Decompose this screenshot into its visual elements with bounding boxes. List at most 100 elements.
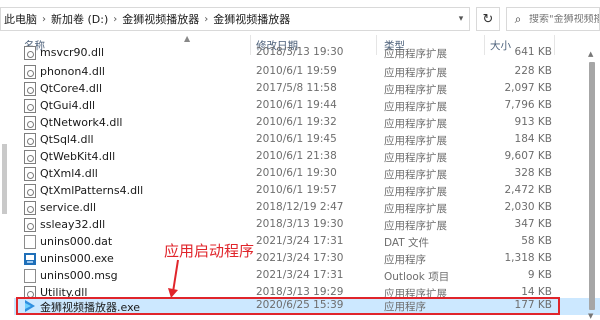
- file-type: 应用程序扩展: [384, 48, 447, 60]
- file-name: QtXml4.dll: [40, 167, 98, 180]
- file-size: 1,318 KB: [504, 252, 553, 264]
- file-row[interactable]: QtXml4.dll 2010/6/1 19:30 应用程序扩展 328 KB: [14, 166, 600, 183]
- file-row[interactable]: ssleay32.dll 2018/3/13 19:30 应用程序扩展 347 …: [14, 217, 600, 234]
- dll-file-icon: [24, 167, 36, 181]
- sort-ascending-icon: ▲: [184, 34, 191, 43]
- file-size: 7,796 KB: [504, 99, 553, 111]
- file-name: unins000.exe: [40, 252, 114, 265]
- file-date: 2017/5/8 11:58: [256, 82, 337, 94]
- search-icon: ⌕: [514, 11, 522, 26]
- scroll-up-icon[interactable]: ▲: [588, 50, 593, 58]
- file-name: ssleay32.dll: [40, 218, 106, 231]
- chevron-right-icon[interactable]: ›: [202, 14, 210, 25]
- file-type: 应用程序扩展: [384, 186, 447, 198]
- file-date: 2010/6/1 19:57: [256, 184, 337, 196]
- chevron-right-icon[interactable]: ›: [40, 14, 48, 25]
- file-name: QtGui4.dll: [40, 99, 96, 112]
- file-type: 应用程序扩展: [384, 152, 447, 164]
- file-row[interactable]: QtXmlPatterns4.dll 2010/6/1 19:57 应用程序扩展…: [14, 183, 600, 200]
- address-history-dropdown-icon[interactable]: ▾: [451, 7, 471, 31]
- file-date: 2021/3/24 17:31: [256, 269, 344, 281]
- file-date: 2010/6/1 19:32: [256, 116, 337, 128]
- file-date: 2010/6/1 19:59: [256, 65, 337, 77]
- file-row[interactable]: service.dll 2018/12/19 2:47 应用程序扩展 2,030…: [14, 200, 600, 217]
- file-row[interactable]: unins000.msg 2021/3/24 17:31 Outlook 项目 …: [14, 268, 600, 285]
- chevron-right-icon[interactable]: ›: [111, 14, 119, 25]
- file-size: 9 KB: [527, 269, 552, 281]
- file-row[interactable]: QtCore4.dll 2017/5/8 11:58 应用程序扩展 2,097 …: [14, 81, 600, 98]
- navigation-pane[interactable]: [0, 34, 10, 320]
- dll-file-icon: [24, 46, 36, 60]
- file-size: 228 KB: [514, 65, 552, 77]
- file-name: service.dll: [40, 201, 96, 214]
- file-date: 2010/6/1 19:30: [256, 167, 337, 179]
- dll-file-icon: [24, 150, 36, 164]
- file-size: 58 KB: [521, 235, 552, 247]
- file-size: 347 KB: [514, 218, 552, 230]
- file-type: 应用程序扩展: [384, 84, 447, 96]
- file-row[interactable]: QtSql4.dll 2010/6/1 19:45 应用程序扩展 184 KB: [14, 132, 600, 149]
- file-type: 应用程序: [384, 254, 426, 266]
- file-type: Outlook 项目: [384, 271, 450, 283]
- search-box[interactable]: ⌕: [506, 7, 600, 31]
- file-size: 184 KB: [514, 133, 552, 145]
- breadcrumb[interactable]: 此电脑 › 新加卷 (D:) › 金狮视频播放器 › 金狮视频播放器: [0, 7, 470, 31]
- breadcrumb-parent-folder[interactable]: 金狮视频播放器: [119, 11, 202, 27]
- dll-file-icon: [24, 201, 36, 215]
- refresh-icon[interactable]: ↻: [476, 7, 500, 31]
- file-date: 2021/3/24 17:31: [256, 235, 344, 247]
- highlight-box: [16, 297, 560, 315]
- scroll-down-icon[interactable]: ▼: [588, 312, 593, 320]
- installer-exe-icon: [24, 252, 36, 266]
- file-date: 2010/6/1 19:45: [256, 133, 337, 145]
- file-row[interactable]: QtWebKit4.dll 2010/6/1 21:38 应用程序扩展 9,60…: [14, 149, 600, 166]
- navigation-pane-scrollbar[interactable]: [2, 144, 7, 214]
- file-size: 2,097 KB: [504, 82, 553, 94]
- file-type: 应用程序扩展: [384, 101, 447, 113]
- file-size: 2,472 KB: [504, 184, 553, 196]
- dll-file-icon: [24, 116, 36, 130]
- file-name: phonon4.dll: [40, 65, 105, 78]
- msg-file-icon: [24, 269, 36, 283]
- file-type: 应用程序扩展: [384, 135, 447, 147]
- file-name: unins000.msg: [40, 269, 118, 282]
- file-date: 2018/3/13 19:30: [256, 218, 344, 230]
- file-date: 2018/3/13 19:30: [256, 46, 344, 58]
- search-input[interactable]: [529, 13, 599, 25]
- file-size: 2,030 KB: [504, 201, 553, 213]
- file-name: QtCore4.dll: [40, 82, 103, 95]
- file-row[interactable]: msvcr90.dll 2018/3/13 19:30 应用程序扩展 641 K…: [14, 45, 600, 62]
- file-row[interactable]: QtGui4.dll 2010/6/1 19:44 应用程序扩展 7,796 K…: [14, 98, 600, 115]
- file-name: msvcr90.dll: [40, 46, 105, 59]
- dll-file-icon: [24, 99, 36, 113]
- scrollbar-thumb[interactable]: [589, 62, 595, 310]
- file-row[interactable]: unins000.dat 2021/3/24 17:31 DAT 文件 58 K…: [14, 234, 600, 251]
- dll-file-icon: [24, 133, 36, 147]
- address-bar-area: 此电脑 › 新加卷 (D:) › 金狮视频播放器 › 金狮视频播放器 ▾ ↻ ⌕: [0, 0, 600, 34]
- file-name: QtSql4.dll: [40, 133, 94, 146]
- file-date: 2018/12/19 2:47: [256, 201, 344, 213]
- breadcrumb-current-folder[interactable]: 金狮视频播放器: [210, 11, 293, 27]
- dll-file-icon: [24, 82, 36, 96]
- vertical-scrollbar[interactable]: ▲ ▼: [586, 50, 598, 320]
- file-size: 328 KB: [514, 167, 552, 179]
- file-row[interactable]: phonon4.dll 2010/6/1 19:59 应用程序扩展 228 KB: [14, 64, 600, 81]
- annotation-arrow-icon: [168, 259, 179, 298]
- file-row[interactable]: QtNetwork4.dll 2010/6/1 19:32 应用程序扩展 913…: [14, 115, 600, 132]
- breadcrumb-this-pc[interactable]: 此电脑: [1, 11, 40, 27]
- file-type: 应用程序扩展: [384, 67, 447, 79]
- file-row[interactable]: unins000.exe 2021/3/24 17:30 应用程序 1,318 …: [14, 251, 600, 268]
- file-type: 应用程序扩展: [384, 220, 447, 232]
- file-size: 9,607 KB: [504, 150, 553, 162]
- file-size: 913 KB: [514, 116, 552, 128]
- file-type: 应用程序扩展: [384, 203, 447, 215]
- dll-file-icon: [24, 65, 36, 79]
- file-name: QtWebKit4.dll: [40, 150, 116, 163]
- file-size: 641 KB: [514, 46, 552, 58]
- file-type: 应用程序扩展: [384, 169, 447, 181]
- file-name: QtNetwork4.dll: [40, 116, 123, 129]
- breadcrumb-drive-d[interactable]: 新加卷 (D:): [48, 11, 111, 27]
- file-name: QtXmlPatterns4.dll: [40, 184, 144, 197]
- file-date: 2010/6/1 19:44: [256, 99, 337, 111]
- file-name: unins000.dat: [40, 235, 113, 248]
